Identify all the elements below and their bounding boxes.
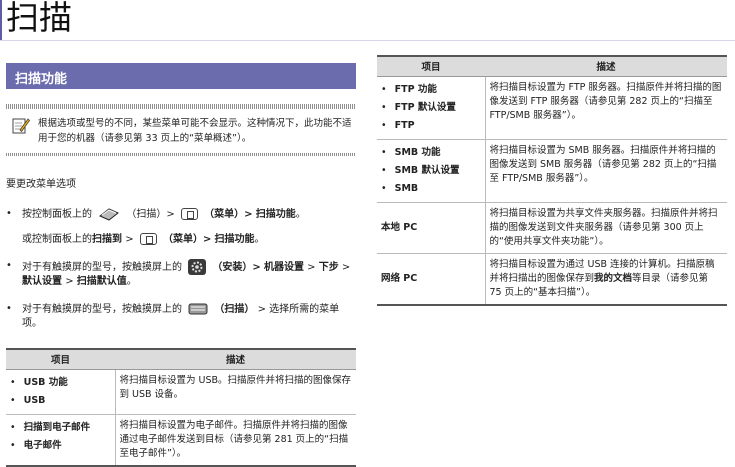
item-option: USB	[10, 392, 111, 410]
item-option: SMB 默认设置	[381, 162, 481, 180]
item-cell: 本地 PC	[377, 202, 486, 254]
note-top-border	[6, 104, 356, 109]
table-row: 本地 PC 将扫描目标设置为共享文件夹服务器。扫描原件并将扫描的图像发送到文件夹…	[377, 202, 727, 254]
menu-key-icon	[180, 208, 198, 220]
bullet: •	[6, 208, 12, 219]
header-item: 项目	[6, 348, 115, 370]
note-box: 根据选项或型号的不同，某些菜单可能不会显示。这种情况下，此功能不适用于您的机器（…	[6, 104, 356, 156]
table-header-row: 项目 描述	[6, 348, 356, 370]
note-text: 根据选项或型号的不同，某些菜单可能不会显示。这种情况下，此功能不适用于您的机器（…	[38, 118, 352, 144]
item-cell: 扫描到电子邮件 电子邮件	[6, 414, 116, 467]
intro-text: 要更改菜单选项	[6, 179, 76, 190]
description-cell: 将扫描目标设置为 USB。扫描原件并将扫描的图像保存到 USB 设备。	[115, 369, 356, 415]
step-3-sep-1: >	[307, 262, 316, 273]
item-cell: FTP 功能 FTP 默认设置 FTP	[377, 76, 486, 140]
item-option: FTP 默认设置	[381, 99, 481, 117]
step-2-prefix: 或控制面板上的	[22, 234, 92, 245]
item-option: SMB	[381, 180, 481, 198]
description-cell: 将扫描目标设置为电子邮件。扫描原件并将扫描的图像通过电子邮件发送到目标（请参见第…	[115, 414, 356, 467]
step-2-end: 。	[254, 234, 265, 245]
section-title: 扫描功能	[15, 72, 68, 87]
step-1-end: 。	[295, 209, 306, 220]
bullet: •	[6, 303, 12, 314]
step-3-prefix: 对于有触摸屏的型号，按触摸屏上的	[22, 262, 182, 273]
note-pencil-icon	[12, 118, 30, 134]
scanner-icon	[99, 208, 120, 221]
step-3-machine-settings: 机器设置	[263, 262, 304, 273]
header-item: 项目	[377, 55, 485, 77]
step-1-prefix: 按控制面板上的	[22, 209, 92, 220]
bullet: •	[6, 260, 12, 271]
item-cell: USB 功能 USB	[6, 369, 116, 415]
step-1-menu-label: （菜单）>	[204, 209, 253, 220]
item-option: FTP 功能	[381, 81, 481, 99]
my-documents-label: 我的文档	[594, 272, 633, 284]
step-3-default-settings: 默认设置	[22, 276, 62, 287]
step-4-prefix: 对于有触摸屏的型号，按触摸屏上的	[22, 304, 182, 315]
item-option: SMB 功能	[381, 144, 481, 162]
step-3-end: 。	[126, 276, 137, 287]
step-1-function: 扫描功能	[255, 209, 296, 220]
menu-key-icon	[139, 233, 157, 245]
table-row: FTP 功能 FTP 默认设置 FTP 将扫描目标设置为 FTP 服务器。扫描原…	[377, 76, 727, 140]
table-row: USB 功能 USB 将扫描目标设置为 USB。扫描原件并将扫描的图像保存到 U…	[6, 369, 356, 415]
table-row: 扫描到电子邮件 电子邮件 将扫描目标设置为电子邮件。扫描原件并将扫描的图像通过电…	[6, 414, 356, 467]
step-2-menu-label: （菜单）>	[162, 234, 212, 245]
note-bottom-border	[6, 153, 356, 156]
item-option: 电子邮件	[10, 437, 111, 455]
step-3-sep-3: >	[65, 276, 74, 287]
description-cell: 将扫描目标设置为 FTP 服务器。扫描原件并将扫描的图像发送到 FTP 服务器（…	[485, 76, 727, 140]
step-2-function: 扫描功能	[214, 234, 255, 245]
description-cell: 将扫描目标设置为通过 USB 连接的计算机。扫描原稿并将扫描出的图像保存到我的文…	[485, 253, 727, 306]
title-bar: 扫描	[0, 0, 735, 44]
step-1-scan-label: （扫描）>	[126, 209, 175, 220]
item-option: FTP	[381, 117, 481, 135]
left-options-table: 项目 描述 USB 功能 USB 将扫描目标设置为 USB。扫描原件并将扫描的图…	[6, 348, 356, 467]
title-underline	[0, 40, 735, 41]
item-cell: 网络 PC	[377, 253, 486, 306]
scan-tray-icon	[188, 303, 208, 315]
description-cell: 将扫描目标设置为 SMB 服务器。扫描原件并将扫描的图像发送到 SMB 服务器（…	[485, 139, 727, 203]
section-header: 扫描功能	[6, 63, 356, 89]
item-option: USB 功能	[10, 374, 111, 392]
item-cell: SMB 功能 SMB 默认设置 SMB	[377, 139, 486, 203]
page-title: 扫描	[6, 0, 72, 37]
table-row: SMB 功能 SMB 默认设置 SMB 将扫描目标设置为 SMB 服务器。扫描原…	[377, 139, 727, 203]
step-2-separator: >	[125, 234, 134, 245]
step-3-sep-2: >	[341, 262, 351, 273]
description-cell: 将扫描目标设置为共享文件夹服务器。扫描原件并将扫描的图像发送到文件夹服务器（请参…	[485, 202, 727, 254]
table-row: 网络 PC 将扫描目标设置为通过 USB 连接的计算机。扫描原稿并将扫描出的图像…	[377, 253, 727, 306]
header-description: 描述	[115, 348, 356, 370]
table-header-row: 项目 描述	[377, 55, 727, 77]
title-accent-rule	[0, 0, 2, 40]
right-options-table: 项目 描述 FTP 功能 FTP 默认设置 FTP 将扫描目标设置为 FTP 服…	[377, 55, 727, 306]
setup-gear-icon	[188, 259, 207, 275]
header-description: 描述	[485, 55, 727, 77]
step-3-next: 下步	[318, 262, 339, 273]
step-3-setup-label: （安装）>	[212, 262, 261, 273]
item-option: 扫描到电子邮件	[10, 419, 111, 437]
step-2-scanto: 扫描到	[92, 234, 122, 245]
step-3-scan-defaults: 扫描默认值	[76, 276, 127, 287]
step-4-scan-label: （扫描）	[214, 304, 255, 315]
